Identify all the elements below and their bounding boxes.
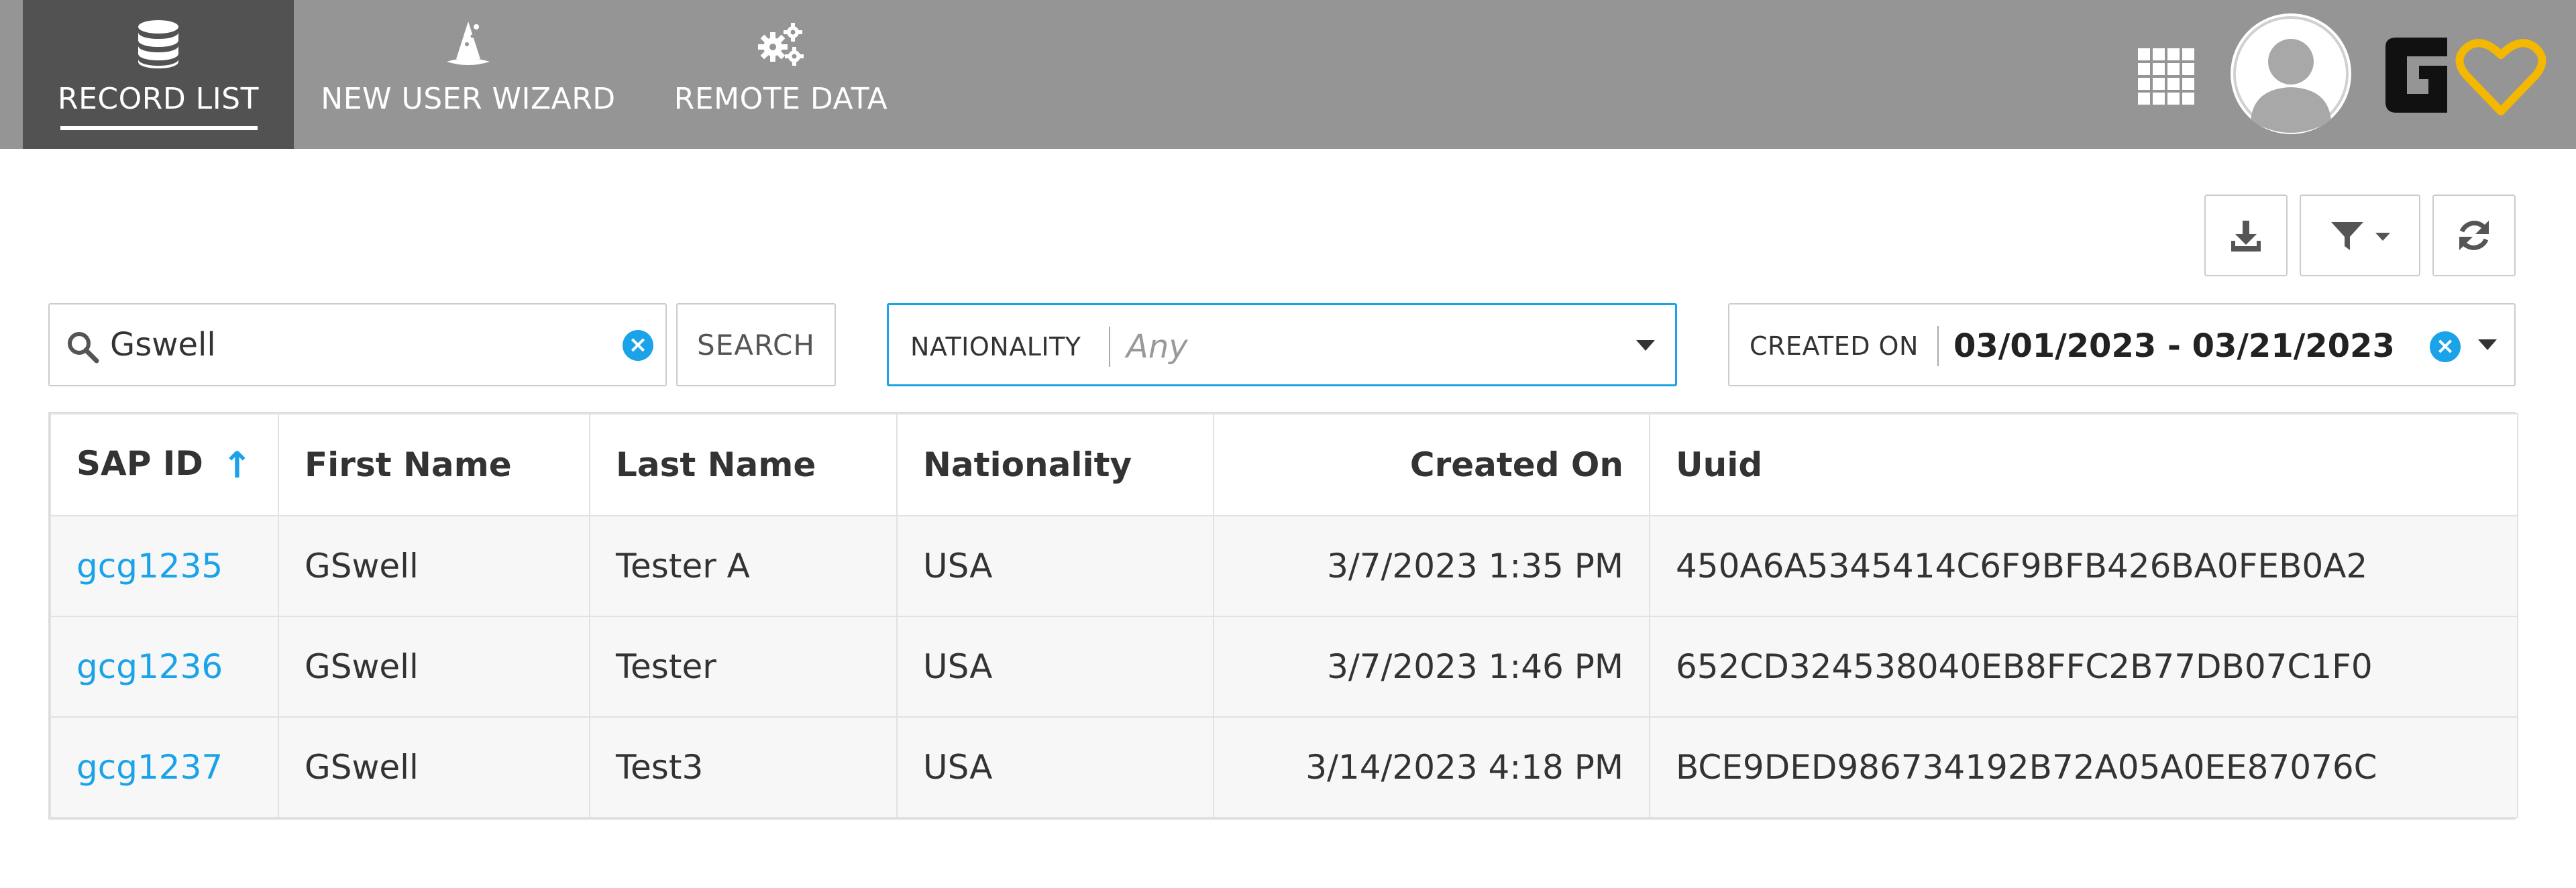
cell-uuid: 450A6A5345414C6F9BFB426BA0FEB0A2 [1649, 515, 2518, 617]
tab-label: RECORD LIST [58, 82, 259, 116]
column-header-uuid[interactable]: Uuid [1649, 413, 2518, 516]
cell-uuid: BCE9DED986734192B72A05A0EE87076C [1649, 716, 2518, 818]
sap-id-link[interactable]: gcg1237 [76, 748, 223, 787]
column-header-label: First Name [305, 445, 512, 484]
table-row: gcg1237 GSwell Test3 USA 3/14/2023 4:18 … [50, 716, 2518, 818]
table-row: gcg1236 GSwell Tester USA 3/7/2023 1:46 … [50, 616, 2518, 718]
cell-first-name: GSwell [278, 616, 590, 718]
created-on-filter[interactable]: CREATED ON 03/01/2023 - 03/21/2023 × [1728, 303, 2516, 386]
column-header-label: Last Name [616, 445, 816, 484]
download-button[interactable] [2204, 195, 2288, 276]
cell-nationality: USA [896, 716, 1214, 818]
cell-created-on: 3/14/2023 4:18 PM [1213, 716, 1650, 818]
search-button[interactable]: SEARCH [676, 303, 836, 386]
column-header-label: Nationality [923, 445, 1132, 484]
chevron-down-icon [1636, 340, 1655, 351]
filter-separator [1937, 326, 1939, 366]
nationality-filter-value: Any [1126, 328, 1188, 366]
column-header-first-name[interactable]: First Name [278, 413, 590, 516]
cell-created-on: 3/7/2023 1:35 PM [1213, 515, 1650, 617]
nationality-filter[interactable]: NATIONALITY Any [887, 303, 1677, 386]
search-box: × [48, 303, 667, 386]
sort-ascending-icon: ↑ [221, 443, 252, 486]
column-header-created-on[interactable]: Created On [1213, 413, 1650, 516]
refresh-button[interactable] [2432, 195, 2516, 276]
tab-remote-data[interactable]: REMOTE DATA [656, 0, 906, 149]
chevron-down-icon [2375, 233, 2390, 241]
sap-id-link[interactable]: gcg1235 [76, 547, 223, 586]
search-input[interactable] [110, 318, 633, 372]
sap-id-link[interactable]: gcg1236 [76, 647, 223, 686]
column-header-nationality[interactable]: Nationality [896, 413, 1214, 516]
filter-separator [1109, 327, 1110, 367]
tab-new-user-wizard[interactable]: NEW USER WIZARD [315, 0, 621, 149]
cell-sap-id: gcg1235 [50, 515, 279, 617]
cell-first-name: GSwell [278, 515, 590, 617]
cell-sap-id: gcg1237 [50, 716, 279, 818]
tab-record-list[interactable]: RECORD LIST [23, 0, 294, 149]
cell-created-on: 3/7/2023 1:46 PM [1213, 616, 1650, 718]
column-header-label: Created On [1409, 445, 1623, 484]
database-icon [138, 20, 178, 68]
tab-label: NEW USER WIZARD [321, 82, 616, 116]
cell-uuid: 652CD324538040EB8FFC2B77DB07C1F0 [1649, 616, 2518, 718]
table-row: gcg1235 GSwell Tester A USA 3/7/2023 1:3… [50, 515, 2518, 617]
user-avatar[interactable] [2231, 13, 2351, 134]
record-table: SAP ID ↑ First Name Last Name Nationality… [48, 412, 2518, 820]
table-header-row: SAP ID ↑ First Name Last Name Nationality… [50, 413, 2518, 516]
refresh-icon [2459, 221, 2489, 250]
cell-last-name: Tester [589, 616, 898, 718]
wizard-hat-icon [447, 21, 490, 65]
grid-apps-icon[interactable] [2137, 47, 2196, 106]
cell-sap-id: gcg1236 [50, 616, 279, 718]
funnel-icon [2331, 222, 2363, 250]
active-tab-underline [60, 126, 258, 130]
download-icon [2231, 221, 2261, 252]
cell-first-name: GSwell [278, 716, 590, 818]
cell-last-name: Test3 [589, 716, 898, 818]
top-navigation-bar: RECORD LIST NEW USER WIZARD REMOTE DATA [0, 0, 2576, 149]
nationality-filter-label: NATIONALITY [910, 332, 1081, 362]
cell-nationality: USA [896, 616, 1214, 718]
created-on-filter-value: 03/01/2023 - 03/21/2023 [1953, 327, 2395, 365]
column-header-label: SAP ID [76, 443, 203, 483]
filter-menu-button[interactable] [2300, 195, 2420, 276]
gears-icon [758, 23, 804, 66]
user-silhouette-icon [2233, 16, 2349, 133]
column-header-last-name[interactable]: Last Name [589, 413, 898, 516]
brand-logo-heart-icon [2385, 38, 2546, 115]
clear-search-icon[interactable]: × [623, 330, 653, 361]
search-icon [68, 332, 99, 364]
column-header-sap-id[interactable]: SAP ID ↑ [50, 413, 279, 516]
column-header-label: Uuid [1676, 445, 1763, 484]
chevron-down-icon[interactable] [2478, 339, 2497, 350]
cell-nationality: USA [896, 515, 1214, 617]
created-on-filter-label: CREATED ON [1750, 331, 1919, 361]
tab-label: REMOTE DATA [674, 82, 888, 116]
clear-date-icon[interactable]: × [2430, 331, 2461, 362]
cell-last-name: Tester A [589, 515, 898, 617]
